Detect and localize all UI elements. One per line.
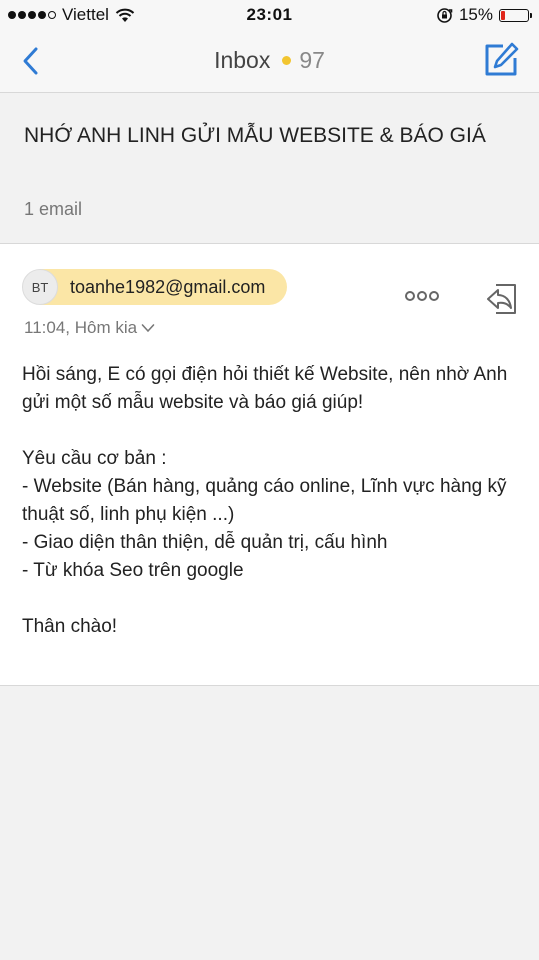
battery-icon [499, 8, 532, 22]
thread-header: NHỚ ANH LINH GỬI MẪU WEBSITE & BÁO GIÁ 1… [0, 93, 539, 244]
more-options-button[interactable] [404, 288, 440, 304]
avatar[interactable]: BT [22, 269, 58, 305]
compose-icon [485, 42, 519, 76]
reply-button[interactable] [484, 282, 518, 316]
body-list-item: - Giao diện thân thiện, dễ quản trị, cấu… [22, 532, 388, 553]
body-list-item: - Website (Bán hàng, quảng cáo online, L… [22, 476, 507, 525]
chevron-down-icon [141, 324, 155, 333]
message-time-label: 11:04, Hôm kia [24, 318, 138, 337]
rotation-lock-icon [437, 7, 453, 23]
message-time[interactable]: 11:04, Hôm kia [24, 318, 155, 338]
message-card: BT toanhe1982@gmail.com 11:04, Hôm kia H… [0, 244, 539, 686]
compose-button[interactable] [483, 42, 519, 78]
body-signoff: Thân chào! [22, 616, 118, 637]
status-bar: Viettel 23:01 15% [0, 0, 539, 30]
thread-email-count: 1 email [24, 199, 83, 219]
message-body: Hồi sáng, E có gọi điện hỏi thiết kế Web… [22, 361, 522, 641]
body-paragraph: Yêu cầu cơ bản : [22, 448, 167, 469]
unread-count: 97 [299, 47, 325, 73]
sender-row: BT toanhe1982@gmail.com [22, 269, 288, 305]
battery-level-fill [501, 10, 505, 20]
body-list-item: - Từ khóa Seo trên google [22, 560, 244, 581]
body-paragraph: Hồi sáng, E có gọi điện hỏi thiết kế Web… [22, 364, 508, 413]
sender-chip[interactable]: toanhe1982@gmail.com [40, 269, 288, 305]
mailbox-name: Inbox [214, 47, 271, 73]
nav-title: Inbox 97 [0, 47, 539, 74]
nav-bar: Inbox 97 [0, 30, 539, 93]
more-dots-icon [405, 291, 439, 301]
battery-percent: 15% [458, 5, 493, 24]
unread-dot-icon [282, 55, 292, 65]
reply-icon [487, 284, 516, 314]
thread-subject: NHỚ ANH LINH GỬI MẪU WEBSITE & BÁO GIÁ [24, 124, 486, 147]
status-right: 15% [436, 5, 532, 25]
